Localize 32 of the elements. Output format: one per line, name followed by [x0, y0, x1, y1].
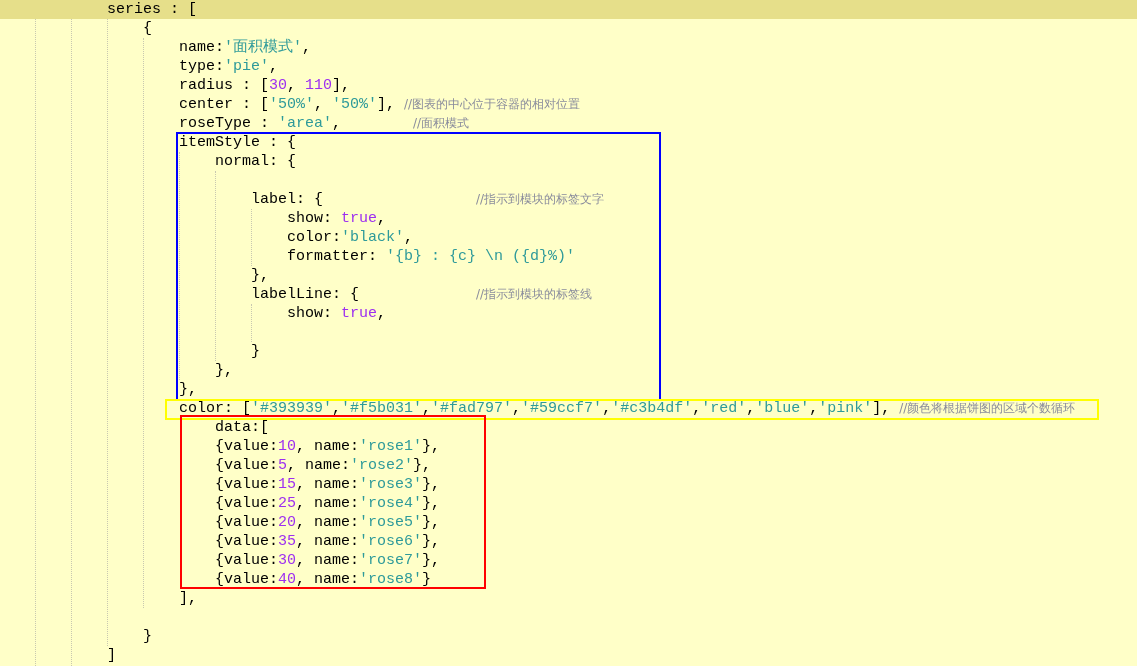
code-line: name:'面积模式',	[179, 38, 312, 57]
code-line: },	[251, 266, 269, 285]
code-line: show: true,	[287, 304, 387, 323]
code-line: radius : [30, 110],	[179, 76, 351, 95]
code-line: {value:25, name:'rose4'},	[215, 494, 441, 513]
code-line: label: { //指示到模块的标签文字	[251, 190, 605, 209]
code-line: ],	[179, 589, 197, 608]
code-line: {value:15, name:'rose3'},	[215, 475, 441, 494]
code-line: }	[251, 342, 260, 361]
code-line: },	[215, 361, 233, 380]
code-line: color: ['#393939','#f5b031','#fad797','#59ccf7','#c3b4df','red','blue','pink'], //颜色将根据饼图的区域个数循环	[179, 399, 1076, 418]
code-line: roseType : 'area', //面积模式	[179, 114, 470, 133]
code-line: {value:40, name:'rose8'}	[215, 570, 432, 589]
code-line: normal: {	[215, 152, 296, 171]
code-line: labelLine: { //指示到模块的标签线	[251, 285, 593, 304]
code-line: {	[143, 19, 152, 38]
code-line: {value:10, name:'rose1'},	[215, 437, 441, 456]
code-line: {value:30, name:'rose7'},	[215, 551, 441, 570]
code-line: formatter: '{b} : {c} \n ({d}%)'	[287, 247, 576, 266]
code-line: center : ['50%', '50%'], //图表的中心位于容器的相对位置	[179, 95, 581, 114]
code-line: }	[143, 627, 152, 646]
code-line: type:'pie',	[179, 57, 279, 76]
code-line: show: true,	[287, 209, 387, 228]
code-line: {value:35, name:'rose6'},	[215, 532, 441, 551]
code-line: series : [	[107, 0, 197, 19]
code-line: {value:20, name:'rose5'},	[215, 513, 441, 532]
code-line: data:[	[215, 418, 269, 437]
code-line: color:'black',	[287, 228, 414, 247]
code-line: },	[179, 380, 197, 399]
code-line: {value:5, name:'rose2'},	[215, 456, 432, 475]
code-line: ]	[107, 646, 116, 665]
code-line: itemStyle : {	[179, 133, 297, 152]
